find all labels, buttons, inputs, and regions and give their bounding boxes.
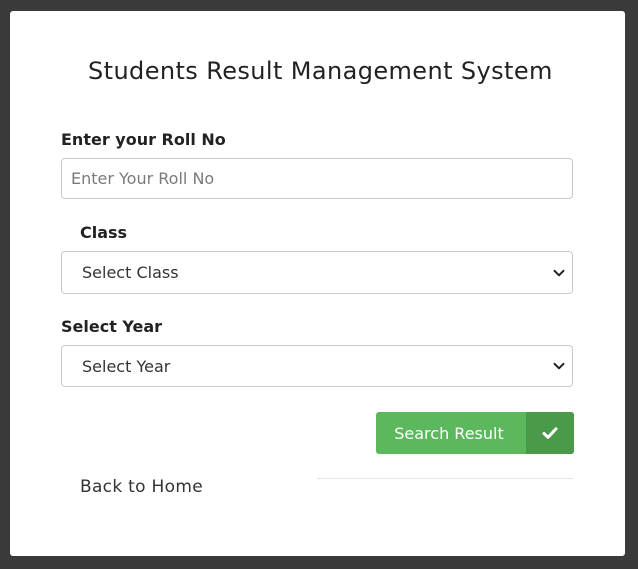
chevron-down-icon: [553, 269, 565, 276]
year-select[interactable]: Select Year: [61, 345, 573, 387]
class-label: Class: [80, 223, 128, 242]
divider: [317, 478, 573, 479]
page-title: Students Result Management System: [88, 57, 553, 85]
year-label: Select Year: [61, 317, 163, 336]
chevron-down-icon: [553, 362, 565, 370]
search-result-label: Search Result: [394, 423, 504, 443]
year-select-value: Select Year: [82, 356, 171, 376]
result-search-card: Students Result Management System Enter …: [10, 11, 625, 556]
class-select[interactable]: Select Class: [61, 251, 573, 294]
roll-no-input[interactable]: [61, 158, 573, 199]
check-icon: [526, 412, 574, 454]
roll-no-label: Enter your Roll No: [61, 130, 226, 149]
search-result-button[interactable]: Search Result: [376, 412, 574, 454]
class-select-value: Select Class: [82, 263, 179, 282]
back-to-home-link[interactable]: Back to Home: [80, 477, 203, 497]
